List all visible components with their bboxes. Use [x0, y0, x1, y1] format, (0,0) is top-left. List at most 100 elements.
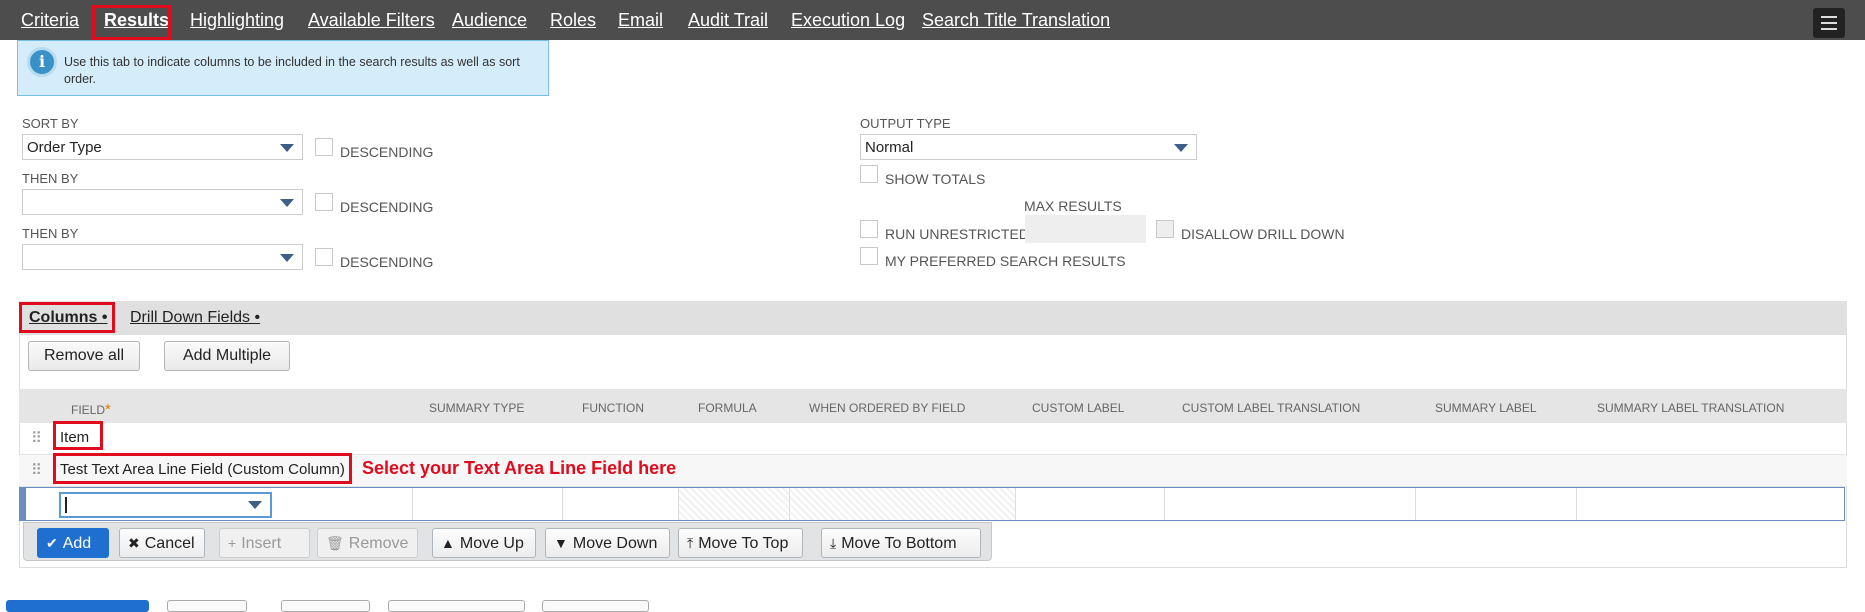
cancel-button[interactable]: ✖ Cancel	[119, 528, 205, 558]
then-by-descending-checkbox-2[interactable]	[315, 248, 333, 266]
menu-icon[interactable]	[1813, 8, 1845, 38]
bottom-button-3[interactable]	[281, 600, 370, 612]
add-multiple-button[interactable]: Add Multiple	[164, 341, 290, 371]
chevron-down-icon	[280, 144, 294, 152]
then-by-descending-label-2: DESCENDING	[340, 254, 434, 270]
table-row[interactable]: ⠿ Item	[19, 423, 1847, 455]
row-toolbar: ✔ Add ✖ Cancel + Insert 🗑 Remove ▲ Move Up ▼ M…	[23, 522, 992, 561]
sort-by-label: SORT BY	[22, 116, 79, 131]
tab-available-filters[interactable]: Available Filters	[308, 0, 435, 40]
sort-descending-checkbox[interactable]	[315, 138, 333, 156]
annotation-text: Select your Text Area Line Field here	[362, 458, 677, 478]
max-results-input[interactable]	[1025, 215, 1146, 243]
sort-by-value: Order Type	[27, 139, 102, 156]
arrow-up-icon: ▲	[441, 535, 455, 551]
field-select[interactable]	[59, 492, 272, 518]
remove-button[interactable]: 🗑 Remove	[317, 528, 418, 558]
header-function: FUNCTION	[582, 401, 644, 415]
then-by-select-1[interactable]	[22, 189, 303, 215]
move-to-bottom-label: Move To Bottom	[841, 535, 957, 552]
chevron-down-icon	[248, 501, 262, 509]
required-mark: *	[105, 401, 111, 418]
header-formula: FORMULA	[698, 401, 757, 415]
subtab-drill-down-fields[interactable]: Drill Down Fields •	[130, 301, 260, 335]
info-box: i Use this tab to indicate columns to be…	[17, 40, 549, 96]
trash-icon: 🗑	[326, 535, 344, 551]
edit-cell-summary-label-translation[interactable]	[1577, 488, 1844, 520]
subtab-bar: Columns • Drill Down Fields •	[19, 301, 1847, 335]
edit-cell-custom-label[interactable]	[1016, 488, 1165, 520]
tab-email[interactable]: Email	[618, 0, 663, 40]
output-type-select[interactable]: Normal	[860, 134, 1197, 160]
move-top-icon: ⤒	[687, 535, 694, 551]
check-icon: ✔	[46, 535, 58, 551]
edit-cell-function[interactable]	[563, 488, 679, 520]
insert-button[interactable]: + Insert	[219, 528, 310, 558]
close-icon: ✖	[128, 535, 140, 551]
then-by-label-1: THEN BY	[22, 171, 79, 186]
remove-label: Remove	[348, 535, 409, 552]
move-down-button[interactable]: ▼ Move Down	[545, 528, 670, 558]
info-text: Use this tab to indicate columns to be i…	[64, 55, 520, 86]
tab-audience[interactable]: Audience	[452, 0, 527, 40]
move-up-button[interactable]: ▲ Move Up	[432, 528, 536, 558]
header-summary-type: SUMMARY TYPE	[429, 401, 525, 415]
edit-cell-summary-label[interactable]	[1416, 488, 1577, 520]
cancel-label: Cancel	[144, 535, 195, 552]
disallow-drill-down-checkbox[interactable]	[1156, 220, 1174, 238]
header-summary-label-translation: SUMMARY LABEL TRANSLATION	[1597, 401, 1785, 415]
tab-highlighting[interactable]: Highlighting	[190, 0, 284, 40]
bottom-button-5[interactable]	[542, 600, 649, 612]
drag-handle-icon[interactable]: ⠿	[31, 461, 42, 479]
edit-cell-formula	[679, 488, 790, 520]
sort-by-select[interactable]: Order Type	[22, 134, 303, 160]
show-totals-checkbox[interactable]	[860, 165, 878, 183]
edit-cell-custom-label-translation[interactable]	[1165, 488, 1416, 520]
move-up-label: Move Up	[459, 535, 524, 552]
show-totals-label: SHOW TOTALS	[885, 171, 986, 187]
tab-criteria[interactable]: Criteria	[21, 0, 79, 40]
edit-cell-field	[26, 488, 413, 520]
header-field-label: FIELD	[71, 403, 106, 417]
chevron-down-icon	[280, 199, 294, 207]
move-to-top-button[interactable]: ⤒ Move To Top	[678, 528, 803, 558]
move-bottom-icon: ⤓	[830, 535, 837, 551]
plus-icon: +	[228, 535, 237, 551]
then-by-descending-label-1: DESCENDING	[340, 199, 434, 215]
my-preferred-checkbox[interactable]	[860, 247, 878, 265]
edit-cell-when-ordered	[790, 488, 1016, 520]
max-results-label: MAX RESULTS	[1024, 198, 1122, 214]
tab-bar: Criteria Results Highlighting Available …	[0, 0, 1865, 42]
columns-subtab-highlight	[19, 302, 115, 333]
tab-roles[interactable]: Roles	[550, 0, 596, 40]
header-when-ordered: WHEN ORDERED BY FIELD	[809, 401, 966, 415]
remove-all-button[interactable]: Remove all	[28, 341, 140, 371]
move-to-bottom-button[interactable]: ⤓ Move To Bottom	[821, 528, 981, 558]
output-type-label: OUTPUT TYPE	[860, 116, 951, 131]
results-tab-highlight	[92, 5, 171, 40]
then-by-select-2[interactable]	[22, 244, 303, 270]
bottom-button-2[interactable]	[167, 600, 247, 612]
custom-column-highlight	[53, 453, 352, 484]
arrow-down-icon: ▼	[554, 535, 568, 551]
run-unrestricted-label: RUN UNRESTRICTED	[885, 226, 1029, 242]
move-to-top-label: Move To Top	[698, 535, 789, 552]
move-down-label: Move Down	[572, 535, 658, 552]
run-unrestricted-checkbox[interactable]	[860, 220, 878, 238]
chevron-down-icon	[1174, 144, 1188, 152]
header-field: FIELD*	[71, 401, 111, 418]
drag-handle-icon[interactable]: ⠿	[31, 429, 42, 447]
bottom-button-4[interactable]	[388, 600, 525, 612]
sort-descending-label: DESCENDING	[340, 144, 434, 160]
add-button[interactable]: ✔ Add	[37, 528, 109, 558]
tab-search-title-translation[interactable]: Search Title Translation	[922, 0, 1110, 40]
save-button[interactable]	[6, 600, 149, 612]
text-cursor	[65, 497, 67, 513]
disallow-drill-down-label: DISALLOW DRILL DOWN	[1181, 226, 1345, 242]
tab-execution-log[interactable]: Execution Log	[791, 0, 905, 40]
edit-cell-summary-type[interactable]	[413, 488, 563, 520]
header-summary-label: SUMMARY LABEL	[1435, 401, 1537, 415]
tab-audit-trail[interactable]: Audit Trail	[688, 0, 768, 40]
then-by-descending-checkbox-1[interactable]	[315, 193, 333, 211]
header-custom-label-translation: CUSTOM LABEL TRANSLATION	[1182, 401, 1361, 415]
